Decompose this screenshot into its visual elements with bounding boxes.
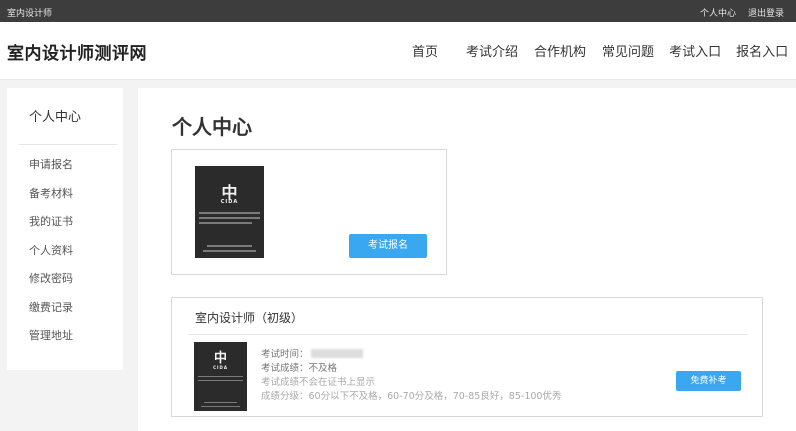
certificate-brand: CIDA: [220, 199, 239, 205]
exam-result-card: 室内设计师（初级） 中 CIDA 考试时间： 考试成绩：不及格 考试成绩不会在证…: [171, 297, 763, 417]
exam-time-row: 考试时间：: [261, 348, 561, 362]
exam-info: 考试时间： 考试成绩：不及格 考试成绩不会在证书上显示 成绩分级：60分以下不及…: [261, 348, 561, 404]
exam-result-row: 考试成绩：不及格: [261, 362, 561, 376]
certificate-thumbnail: 中 CIDA: [194, 342, 247, 411]
exam-time-label: 考试时间：: [261, 349, 309, 360]
grading-scale: 成绩分级：60分以下不及格，60-70分及格，70-85良好，85-100优秀: [261, 391, 562, 402]
certificate-image: 中 CIDA: [195, 166, 264, 258]
nav-partners[interactable]: 合作机构: [534, 41, 586, 60]
header: 室内设计师测评网 首页 考试介绍 合作机构 常见问题 考试入口 报名入口: [0, 22, 796, 80]
sidebar-title: 个人中心: [29, 110, 82, 125]
exam-result-value: 不及格: [308, 363, 338, 374]
exam-result-note: 考试成绩不会在证书上显示: [261, 377, 376, 388]
page-title: 个人中心: [172, 115, 252, 139]
logout-link[interactable]: 退出登录: [748, 6, 784, 19]
nav-exam-entry[interactable]: 考试入口: [669, 41, 721, 60]
exam-registration-button[interactable]: 考试报名: [349, 234, 427, 258]
sidebar-menu: 申请报名 备考材料 我的证书 个人资料 修改密码 缴费记录 管理地址: [29, 158, 73, 358]
sidebar-item-study-materials[interactable]: 备考材料: [29, 187, 73, 216]
redacted-exam-time: [310, 349, 363, 358]
personal-center-link[interactable]: 个人中心: [700, 6, 736, 19]
cida-emblem-icon: 中: [213, 351, 228, 366]
sidebar-item-apply[interactable]: 申请报名: [29, 158, 73, 187]
site-logo[interactable]: 室内设计师测评网: [7, 39, 147, 64]
nav-exam-intro[interactable]: 考试介绍: [466, 41, 518, 60]
free-retake-button[interactable]: 免费补考: [676, 371, 741, 391]
top-bar-site-name: 室内设计师: [7, 9, 53, 19]
sidebar: 个人中心 申请报名 备考材料 我的证书 个人资料 修改密码 缴费记录 管理地址: [7, 88, 123, 370]
main-nav: 首页 考试介绍 合作机构 常见问题 考试入口 报名入口: [412, 41, 788, 60]
exam-card-title: 室内设计师（初级）: [195, 311, 304, 325]
nav-registration-entry[interactable]: 报名入口: [736, 41, 788, 60]
sidebar-divider: [19, 144, 117, 145]
sidebar-item-payment-records[interactable]: 缴费记录: [29, 301, 73, 330]
exam-result-label: 考试成绩：: [261, 363, 309, 374]
sidebar-item-manage-address[interactable]: 管理地址: [29, 329, 73, 358]
top-bar: 室内设计师 个人中心 退出登录: [0, 0, 796, 22]
top-bar-links: 个人中心 退出登录: [700, 6, 784, 19]
nav-home[interactable]: 首页: [412, 41, 438, 60]
sidebar-item-change-password[interactable]: 修改密码: [29, 272, 73, 301]
sidebar-item-profile[interactable]: 个人资料: [29, 244, 73, 273]
registration-card: 中 CIDA 考试报名: [171, 149, 447, 275]
nav-faq[interactable]: 常见问题: [602, 41, 654, 60]
exam-card-divider: [188, 334, 748, 335]
main-content: 个人中心 中 CIDA 考试报名 室内设计师（初级） 中 CIDA 考试时间：: [138, 88, 796, 431]
sidebar-item-my-certificates[interactable]: 我的证书: [29, 215, 73, 244]
